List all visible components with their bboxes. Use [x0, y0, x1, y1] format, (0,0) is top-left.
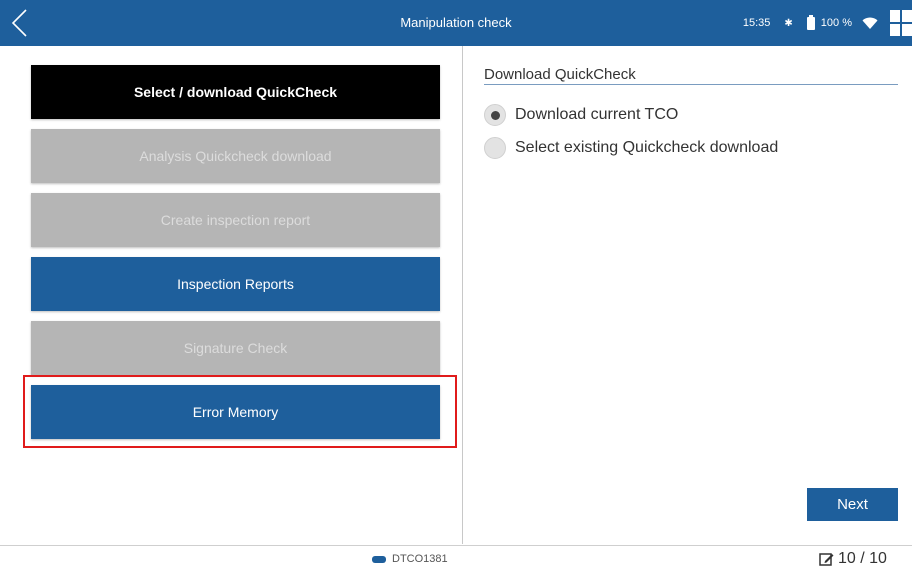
status-area: 15:35 ✱ 100 %	[743, 0, 912, 46]
menu-inspection-reports[interactable]: Inspection Reports	[31, 257, 440, 311]
menu-signature-check: Signature Check	[31, 321, 440, 375]
panel-divider	[462, 46, 463, 544]
menu-analysis-quickcheck-download: Analysis Quickcheck download	[31, 129, 440, 183]
highlight-box	[23, 375, 457, 448]
top-bar: Manipulation check 15:35 ✱ 100 %	[0, 0, 912, 46]
bluetooth-icon: ✱	[784, 17, 793, 29]
option-label: Download current TCO	[515, 106, 679, 123]
option-select-existing-download[interactable]: Select existing Quickcheck download	[484, 137, 778, 159]
menu-item-label: Inspection Reports	[177, 276, 294, 292]
battery-level: 100 %	[820, 17, 852, 29]
menu-item-label: Select / download QuickCheck	[133, 84, 338, 100]
wifi-icon	[862, 17, 878, 29]
option-label: Select existing Quickcheck download	[515, 139, 779, 156]
section-underline	[484, 84, 898, 85]
menu-item-label: Analysis Quickcheck download	[139, 148, 332, 164]
next-button[interactable]: Next	[807, 488, 898, 521]
device-connection-icon	[372, 555, 386, 563]
page-counter: 10 / 10	[819, 550, 887, 568]
footer-divider	[0, 545, 912, 546]
section-title: Download QuickCheck	[484, 66, 636, 83]
menu-select-download-quickcheck[interactable]: Select / download QuickCheck	[31, 65, 440, 119]
page-number: 10 / 10	[838, 550, 887, 567]
menu-item-label: Signature Check	[183, 340, 288, 356]
device-name: DTCO1381	[392, 553, 448, 565]
menu-item-label: Create inspection report	[160, 212, 311, 228]
radio-button-unchecked[interactable]	[484, 137, 506, 159]
device-indicator: DTCO1381	[372, 553, 448, 565]
option-download-current-tco[interactable]: Download current TCO	[484, 104, 678, 126]
apps-grid-icon[interactable]	[890, 10, 912, 36]
edit-icon	[819, 552, 834, 566]
battery-icon	[806, 14, 815, 30]
clock-time: 15:35	[742, 17, 771, 29]
menu-create-inspection-report: Create inspection report	[31, 193, 440, 247]
radio-button-checked[interactable]	[484, 104, 506, 126]
